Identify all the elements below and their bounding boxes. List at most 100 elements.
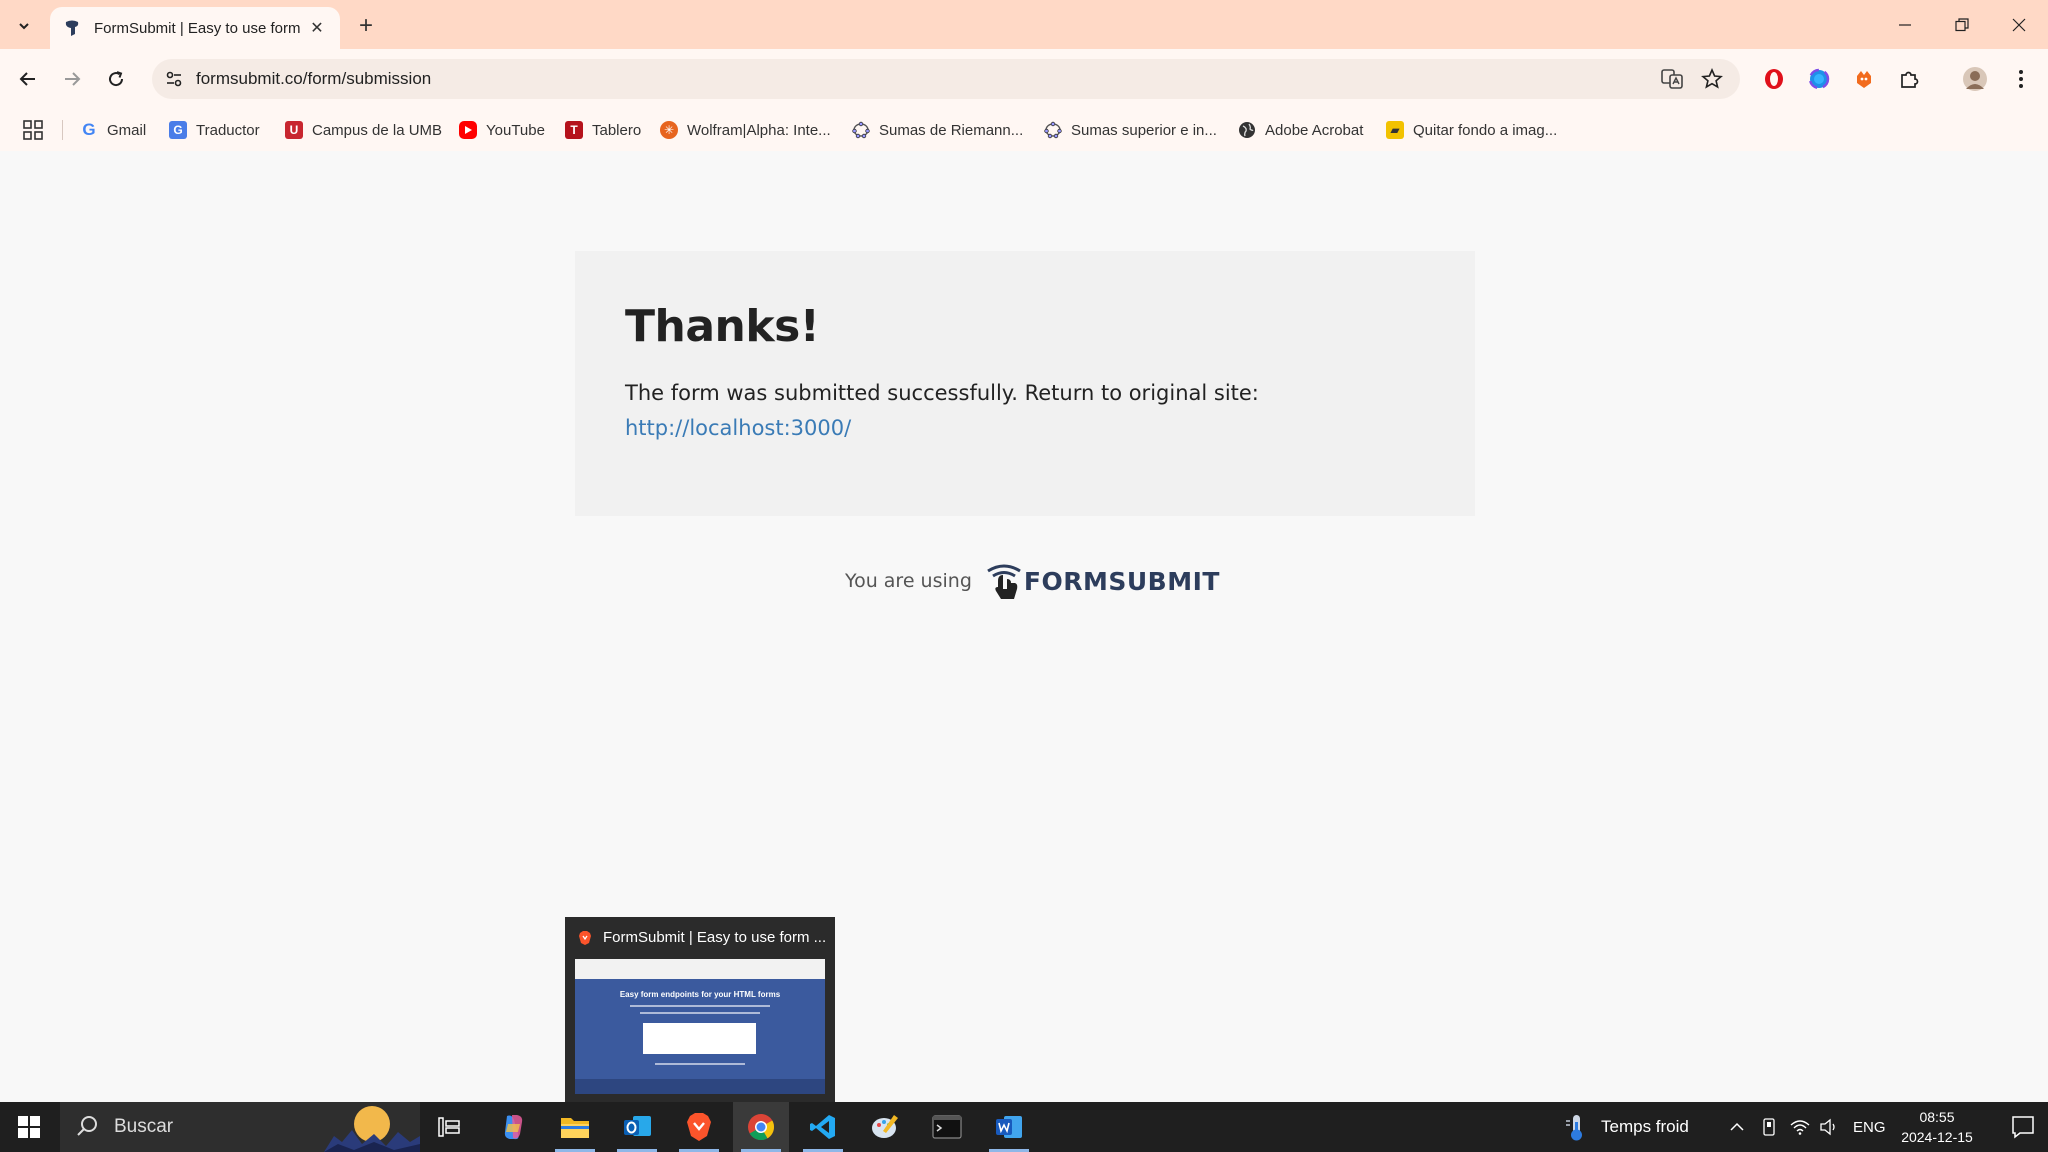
- tab-close-icon[interactable]: ✕: [306, 17, 328, 39]
- thumb-line: [630, 1005, 770, 1007]
- weather-widget[interactable]: Temps froid: [1563, 1102, 1689, 1152]
- bookmark-campus-umb[interactable]: U Campus de la UMB: [285, 116, 442, 144]
- network-tray-icon[interactable]: [1790, 1102, 1810, 1152]
- tune-icon: [166, 71, 182, 87]
- bookmark-gmail[interactable]: G Gmail: [80, 116, 146, 144]
- color-wheel-icon: [1808, 68, 1830, 90]
- fox-extension-icon: [1857, 71, 1871, 88]
- taskbar-copilot[interactable]: [485, 1102, 541, 1152]
- page-title: Thanks!: [625, 301, 820, 352]
- taskbar-terminal[interactable]: [919, 1102, 975, 1152]
- bookmark-sumas-riemann[interactable]: Sumas de Riemann...: [852, 116, 1023, 144]
- geogebra-icon: [852, 121, 870, 139]
- bookmark-tablero[interactable]: T Tablero: [565, 116, 641, 144]
- address-bar[interactable]: formsubmit.co/form/submission: [152, 59, 1740, 99]
- taskbar-window-preview[interactable]: FormSubmit | Easy to use form ... Easy f…: [565, 917, 835, 1102]
- tab-search-button[interactable]: [10, 12, 38, 40]
- bookmark-youtube[interactable]: YouTube: [459, 116, 545, 144]
- browser-toolbar: formsubmit.co/form/submission: [0, 49, 2048, 109]
- restore-button[interactable]: [1934, 0, 1990, 49]
- bookmark-label: Adobe Acrobat: [1265, 121, 1364, 139]
- removebg-icon: ▰: [1386, 121, 1404, 139]
- bookmarks-divider: [62, 120, 63, 140]
- notification-center-icon[interactable]: [2010, 1114, 2036, 1140]
- bookmark-quitar-fondo[interactable]: ▰ Quitar fondo a imag...: [1386, 116, 1557, 144]
- translate-icon: G: [169, 121, 187, 139]
- start-button[interactable]: [0, 1102, 58, 1152]
- url-text[interactable]: formsubmit.co/form/submission: [196, 69, 431, 89]
- minimize-icon: [1899, 23, 1911, 26]
- show-hidden-icons-button[interactable]: [1729, 1102, 1745, 1152]
- outlook-icon: [624, 1116, 651, 1136]
- tablero-icon: T: [565, 121, 583, 139]
- taskbar-file-explorer[interactable]: [547, 1102, 603, 1152]
- thumb-line: [640, 1012, 760, 1014]
- taskbar-chrome[interactable]: [733, 1102, 789, 1152]
- bookmark-label: Tablero: [592, 121, 642, 139]
- forward-arrow-icon: [65, 72, 81, 86]
- taskbar-vscode[interactable]: [795, 1102, 851, 1152]
- extensions-button[interactable]: [1893, 63, 1925, 95]
- bookmark-star-button[interactable]: [1698, 65, 1726, 93]
- formsubmit-logo-icon: [987, 564, 1021, 599]
- formsubmit-logo-link[interactable]: FORMSUBMIT: [984, 559, 1220, 603]
- youtube-icon: [459, 121, 477, 139]
- minimize-button[interactable]: [1877, 0, 1933, 49]
- puzzle-icon: [1901, 71, 1919, 88]
- tab-formsubmit[interactable]: FormSubmit | Easy to use form ✕: [50, 7, 340, 49]
- bookmark-label: YouTube: [486, 121, 545, 139]
- bookmark-wolfram[interactable]: ✳ Wolfram|Alpha: Inte...: [660, 116, 831, 144]
- bookmark-sumas-superior[interactable]: Sumas superior e in...: [1044, 116, 1217, 144]
- close-window-button[interactable]: [1991, 0, 2047, 49]
- preview-title: FormSubmit | Easy to use form ...: [577, 929, 826, 946]
- chevron-down-icon: [19, 23, 29, 30]
- back-button[interactable]: [12, 63, 44, 95]
- language-indicator[interactable]: ENG: [1853, 1102, 1886, 1152]
- geogebra-icon: [1044, 121, 1062, 139]
- brave-icon: [687, 1113, 711, 1141]
- color-extension-button[interactable]: [1803, 63, 1835, 95]
- language-text: ENG: [1853, 1118, 1886, 1136]
- powered-by: You are using FORMSUBMIT: [845, 559, 1220, 603]
- menu-button[interactable]: [2005, 63, 2037, 95]
- bookmark-traductor[interactable]: G Traductor: [169, 116, 260, 144]
- wolfram-icon: ✳: [660, 121, 678, 139]
- chevron-up-icon: [1730, 1122, 1744, 1131]
- taskbar-clock[interactable]: 08:55 2024-12-15: [1894, 1107, 1980, 1147]
- search-placeholder: Buscar: [114, 1116, 174, 1137]
- weather-text: Temps froid: [1601, 1117, 1689, 1136]
- new-tab-button[interactable]: +: [352, 12, 380, 40]
- taskbar-word[interactable]: [981, 1102, 1037, 1152]
- clock-date: 2024-12-15: [1901, 1129, 1973, 1145]
- bookmark-label: Campus de la UMB: [312, 121, 443, 139]
- restore-icon: [1955, 17, 1969, 31]
- taskbar-paint[interactable]: [857, 1102, 913, 1152]
- bookmark-label: Sumas de Riemann...: [879, 121, 1024, 139]
- volume-tray-icon[interactable]: [1819, 1102, 1839, 1152]
- bookmark-adobe-acrobat[interactable]: Adobe Acrobat: [1238, 116, 1363, 144]
- taskbar-brave[interactable]: [671, 1102, 727, 1152]
- opera-extension-button[interactable]: [1758, 63, 1790, 95]
- device-icon: [1763, 1118, 1775, 1136]
- taskbar-search-box[interactable]: Buscar: [60, 1102, 420, 1152]
- translate-icon[interactable]: [1660, 67, 1684, 91]
- speaker-icon: [1820, 1118, 1835, 1136]
- forward-button[interactable]: [56, 63, 88, 95]
- taskbar-outlook[interactable]: [609, 1102, 665, 1152]
- apps-grid-icon[interactable]: [20, 117, 46, 143]
- thumb-heading: Easy form endpoints for your HTML forms: [619, 990, 781, 999]
- bookmark-label: Sumas superior e in...: [1071, 121, 1217, 139]
- vscode-icon: [810, 1115, 835, 1139]
- profile-button[interactable]: [1959, 63, 1991, 95]
- success-message: The form was submitted successfully. Ret…: [625, 381, 1259, 405]
- terminal-icon: [932, 1115, 962, 1139]
- site-info-button[interactable]: [160, 65, 188, 93]
- thumb-footer: [575, 1079, 825, 1094]
- chrome-icon: [748, 1114, 775, 1141]
- device-tray-icon[interactable]: [1761, 1102, 1777, 1152]
- thanks-card: Thanks! The form was submitted successfu…: [575, 251, 1475, 516]
- fox-extension-button[interactable]: [1848, 63, 1880, 95]
- task-view-button[interactable]: [421, 1102, 477, 1152]
- reload-button[interactable]: [100, 63, 132, 95]
- return-link[interactable]: http://localhost:3000/: [625, 416, 851, 440]
